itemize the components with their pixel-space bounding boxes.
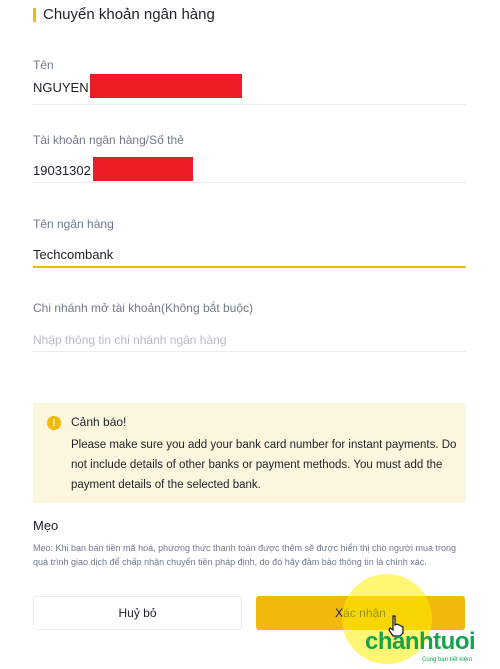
warning-icon: ! [47,416,61,430]
accent-bar [33,7,36,22]
section-title: Chuyển khoản ngân hàng [43,6,215,23]
account-input[interactable]: 19031302 [33,163,91,178]
tip-text: Mẹo: Khi bạn bán tiền mã hoá, phương thứ… [33,543,456,567]
name-redaction [90,74,242,98]
watermark-tagline: Cùng bạn tiết kiệm [422,657,473,663]
account-label: Tài khoản ngân hàng/Số thẻ [33,133,184,147]
warning-text: Please make sure you add your bank card … [71,439,457,491]
name-input[interactable]: NGUYEN [33,80,89,95]
watermark-logo: chanhtuoi [365,628,476,655]
bank-underline-active [33,266,466,268]
bank-input[interactable]: Techcombank [33,247,113,262]
section-header: Chuyển khoản ngân hàng [33,6,215,23]
branch-label: Chi nhánh mở tài khoản(Không bắt buộc) [33,301,254,315]
account-redaction [93,157,193,181]
account-underline [33,182,466,183]
branch-underline [33,351,466,352]
warning-title: Cảnh báo! [71,415,127,429]
tip-title: Mẹo [33,518,59,533]
name-underline [33,104,466,105]
warning-box: ! Cảnh báo! Please make sure you add you… [33,403,466,503]
branch-input[interactable]: Nhập thông tin chi nhánh ngân hàng [33,333,227,347]
name-label: Tên [33,58,54,72]
cancel-button[interactable]: Huỷ bỏ [33,596,242,630]
bank-label: Tên ngân hàng [33,217,114,231]
